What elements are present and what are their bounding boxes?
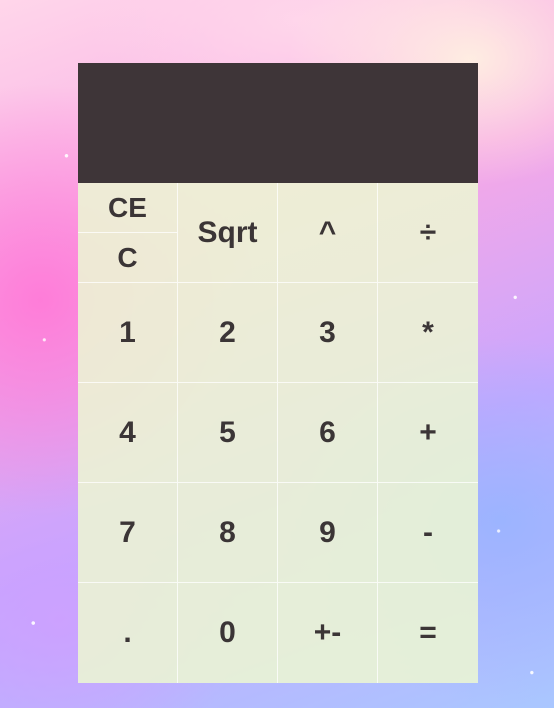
minus-button[interactable]: -	[378, 483, 478, 583]
digit-0-button[interactable]: 0	[178, 583, 278, 683]
digit-4-button[interactable]: 4	[78, 383, 178, 483]
decimal-button[interactable]: .	[78, 583, 178, 683]
equals-button[interactable]: =	[378, 583, 478, 683]
clear-button[interactable]: C	[78, 233, 177, 282]
digit-3-button[interactable]: 3	[278, 283, 378, 383]
calculator-display	[78, 63, 478, 183]
plus-minus-button[interactable]: +-	[278, 583, 378, 683]
digit-1-button[interactable]: 1	[78, 283, 178, 383]
digit-7-button[interactable]: 7	[78, 483, 178, 583]
digit-9-button[interactable]: 9	[278, 483, 378, 583]
clear-key-group: CE C	[78, 183, 178, 283]
sqrt-button[interactable]: Sqrt	[178, 183, 278, 283]
plus-button[interactable]: +	[378, 383, 478, 483]
digit-8-button[interactable]: 8	[178, 483, 278, 583]
divide-button[interactable]: ÷	[378, 183, 478, 283]
power-button[interactable]: ^	[278, 183, 378, 283]
multiply-button[interactable]: *	[378, 283, 478, 383]
clear-entry-button[interactable]: CE	[78, 183, 177, 233]
digit-6-button[interactable]: 6	[278, 383, 378, 483]
calculator: CE C Sqrt ^ ÷ 1 2 3 * 4 5 6 + 7 8 9 - . …	[78, 63, 478, 683]
digit-2-button[interactable]: 2	[178, 283, 278, 383]
keypad: CE C Sqrt ^ ÷ 1 2 3 * 4 5 6 + 7 8 9 - . …	[78, 183, 478, 683]
digit-5-button[interactable]: 5	[178, 383, 278, 483]
